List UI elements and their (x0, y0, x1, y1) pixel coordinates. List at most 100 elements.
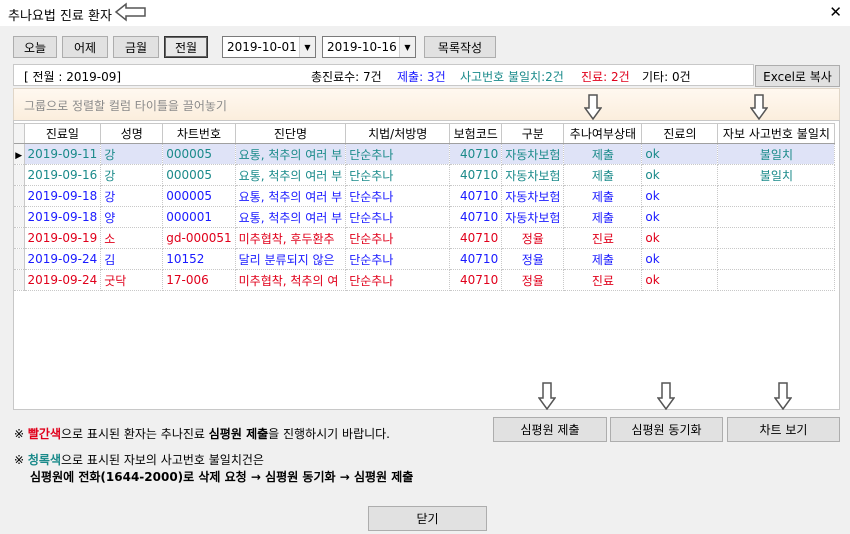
row-indicator[interactable] (14, 248, 25, 270)
cell-prescription[interactable]: 단순추나 (345, 164, 451, 186)
column-header-prescription[interactable]: 치법/처방명 (345, 123, 451, 144)
cell-prescription[interactable]: 단순추나 (345, 248, 451, 270)
cell-date[interactable]: 2019-09-18 (24, 185, 102, 207)
table-row[interactable]: 2019-09-18 양 000001 요통, 척추의 여러 부 단순추나 40710 자동… (14, 206, 836, 228)
date-to-picker[interactable]: 2019-10-16 ▼ (322, 36, 416, 58)
cell-diagnosis[interactable]: 미추협착, 후두환추 (235, 227, 347, 249)
cell-prescription[interactable]: 단순추나 (345, 206, 451, 228)
cell-chart-no[interactable]: 000001 (162, 206, 236, 228)
cell-prescription[interactable]: 단순추나 (345, 185, 451, 207)
cell-accident-mismatch[interactable]: 불일치 (717, 164, 836, 186)
cell-insurance-code[interactable]: 40710 (449, 206, 503, 228)
cell-accident-mismatch[interactable]: 불일치 (717, 143, 836, 165)
cell-category[interactable]: 정율 (501, 269, 565, 291)
hira-submit-button[interactable]: 심평원 제출 (493, 417, 607, 442)
last-month-button[interactable]: 전월 (164, 36, 208, 58)
table-row[interactable]: 2019-09-16 강 000005 요통, 척추의 여러 부 단순추나 40710 자동… (14, 164, 836, 186)
column-header-name[interactable]: 성명 (100, 123, 164, 144)
cell-category[interactable]: 정율 (501, 248, 565, 270)
column-header-chart-no[interactable]: 차트번호 (162, 123, 236, 144)
cell-chart-no[interactable]: 000005 (162, 185, 236, 207)
excel-copy-button[interactable]: Excel로 복사 (755, 65, 840, 87)
column-header-chuna-status[interactable]: 추나여부상태 (563, 123, 643, 144)
dropdown-arrow-icon[interactable]: ▼ (299, 37, 315, 57)
cell-insurance-code[interactable]: 40710 (449, 185, 503, 207)
cell-chuna-status[interactable]: 제출 (563, 143, 643, 165)
row-indicator[interactable] (14, 206, 25, 228)
cell-chart-no[interactable]: 17-006 (162, 269, 236, 291)
cell-diagnosis[interactable]: 미추협착, 척추의 여 (235, 269, 347, 291)
cell-diagnosis[interactable]: 요통, 척추의 여러 부 (235, 143, 347, 165)
cell-name[interactable]: 굿닥 (100, 269, 164, 291)
table-row[interactable]: ▶ 2019-09-11 강 000005 요통, 척추의 여러 부 단순추나 40710 자… (14, 143, 836, 165)
row-indicator[interactable]: ▶ (14, 143, 25, 165)
cell-name[interactable]: 소 (100, 227, 164, 249)
cell-chuna-status[interactable]: 진료 (563, 227, 643, 249)
cell-doctor[interactable]: ok (641, 164, 719, 186)
column-header-doctor[interactable]: 진료의 (641, 123, 719, 144)
cell-doctor[interactable]: ok (641, 206, 719, 228)
today-button[interactable]: 오늘 (13, 36, 57, 58)
cell-doctor[interactable]: ok (641, 227, 719, 249)
cell-date[interactable]: 2019-09-11 (24, 143, 102, 165)
cell-category[interactable]: 자동차보험 (501, 185, 565, 207)
make-list-button[interactable]: 목록작성 (424, 36, 496, 58)
cell-insurance-code[interactable]: 40710 (449, 164, 503, 186)
column-header-insurance-code[interactable]: 보험코드 (449, 123, 503, 144)
cell-diagnosis[interactable]: 달리 분류되지 않은 (235, 248, 347, 270)
cell-chuna-status[interactable]: 제출 (563, 164, 643, 186)
yesterday-button[interactable]: 어제 (62, 36, 108, 58)
close-icon[interactable]: ✕ (829, 3, 842, 21)
cell-date[interactable]: 2019-09-18 (24, 206, 102, 228)
cell-accident-mismatch[interactable] (717, 206, 836, 228)
cell-date[interactable]: 2019-09-16 (24, 164, 102, 186)
hira-sync-button[interactable]: 심평원 동기화 (610, 417, 723, 442)
column-header-diagnosis[interactable]: 진단명 (235, 123, 347, 144)
cell-accident-mismatch[interactable] (717, 227, 836, 249)
cell-chart-no[interactable]: 10152 (162, 248, 236, 270)
table-row[interactable]: 2019-09-19 소 gd-000051 미추협착, 후두환추 단순추나 40710 정… (14, 227, 836, 249)
cell-diagnosis[interactable]: 요통, 척추의 여러 부 (235, 164, 347, 186)
cell-chart-no[interactable]: 000005 (162, 164, 236, 186)
cell-insurance-code[interactable]: 40710 (449, 143, 503, 165)
column-header-category[interactable]: 구분 (501, 123, 565, 144)
cell-accident-mismatch[interactable] (717, 185, 836, 207)
row-indicator[interactable] (14, 227, 25, 249)
cell-diagnosis[interactable]: 요통, 척추의 여러 부 (235, 185, 347, 207)
this-month-button[interactable]: 금월 (113, 36, 159, 58)
cell-prescription[interactable]: 단순추나 (345, 143, 451, 165)
cell-name[interactable]: 김 (100, 248, 164, 270)
dropdown-arrow-icon[interactable]: ▼ (399, 37, 415, 57)
group-by-area[interactable]: 그룹으로 정렬할 컬럼 타이틀을 끌어놓기 (13, 88, 840, 120)
row-indicator[interactable] (14, 185, 25, 207)
table-row[interactable]: 2019-09-24 김 10152 달리 분류되지 않은 단순추나 40710 정율 제출 o… (14, 248, 836, 270)
row-indicator[interactable] (14, 164, 25, 186)
cell-doctor[interactable]: ok (641, 248, 719, 270)
cell-accident-mismatch[interactable] (717, 248, 836, 270)
cell-date[interactable]: 2019-09-24 (24, 269, 102, 291)
cell-insurance-code[interactable]: 40710 (449, 248, 503, 270)
column-header-date[interactable]: 진료일 (24, 123, 102, 144)
cell-chart-no[interactable]: gd-000051 (162, 227, 236, 249)
cell-insurance-code[interactable]: 40710 (449, 269, 503, 291)
cell-insurance-code[interactable]: 40710 (449, 227, 503, 249)
cell-name[interactable]: 강 (100, 143, 164, 165)
cell-chuna-status[interactable]: 제출 (563, 248, 643, 270)
cell-prescription[interactable]: 단순추나 (345, 227, 451, 249)
cell-date[interactable]: 2019-09-19 (24, 227, 102, 249)
table-row[interactable]: 2019-09-24 굿닥 17-006 미추협착, 척추의 여 단순추나 40710 정율… (14, 269, 836, 291)
cell-doctor[interactable]: ok (641, 143, 719, 165)
cell-category[interactable]: 자동차보험 (501, 143, 565, 165)
cell-name[interactable]: 강 (100, 185, 164, 207)
cell-category[interactable]: 정율 (501, 227, 565, 249)
cell-accident-mismatch[interactable] (717, 269, 836, 291)
column-header-accident-mismatch[interactable]: 자보 사고번호 불일치 (717, 123, 836, 144)
cell-doctor[interactable]: ok (641, 269, 719, 291)
view-chart-button[interactable]: 차트 보기 (727, 417, 840, 442)
cell-date[interactable]: 2019-09-24 (24, 248, 102, 270)
cell-chuna-status[interactable]: 제출 (563, 185, 643, 207)
row-indicator[interactable] (14, 269, 25, 291)
cell-name[interactable]: 양 (100, 206, 164, 228)
close-button[interactable]: 닫기 (368, 506, 487, 531)
cell-prescription[interactable]: 단순추나 (345, 269, 451, 291)
